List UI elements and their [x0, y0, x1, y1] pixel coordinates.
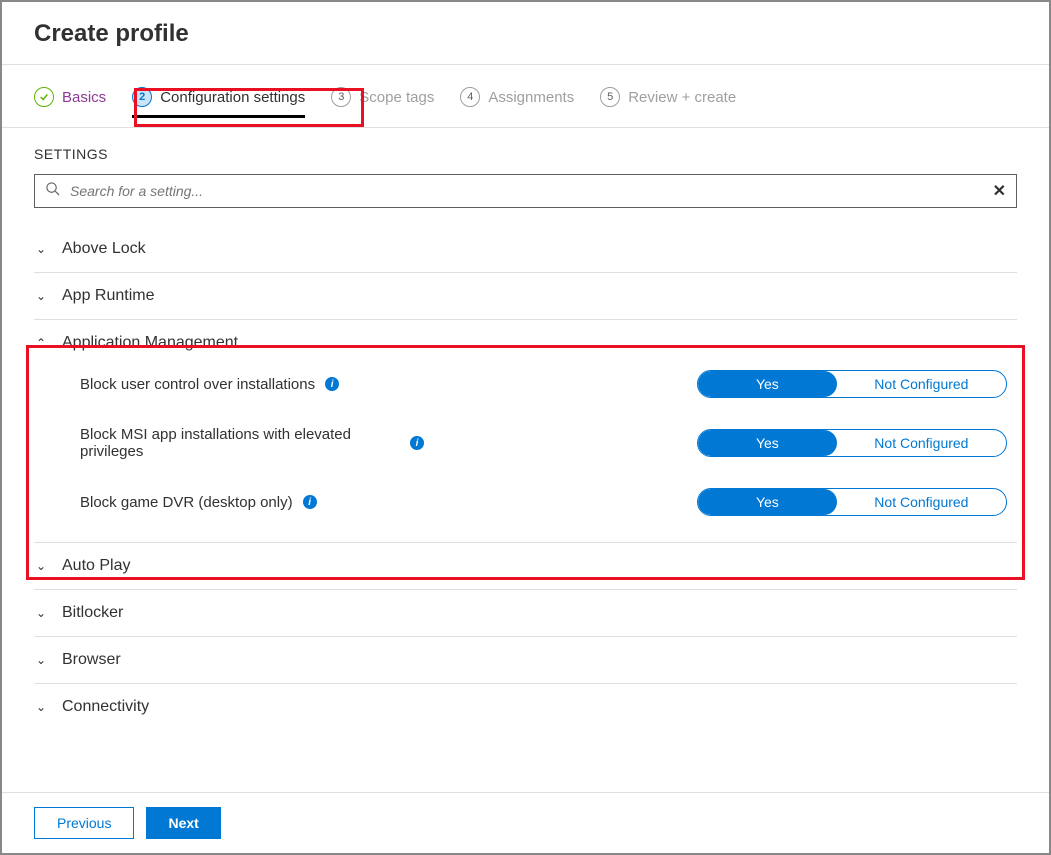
group-header[interactable]: ⌄ Auto Play — [34, 557, 1017, 575]
toggle-option-notconfigured[interactable]: Not Configured — [837, 430, 1006, 456]
group-title: Bitlocker — [62, 604, 123, 622]
wizard-tabs: Basics 2 Configuration settings 3 Scope … — [2, 65, 1049, 128]
chevron-up-icon: ⌃ — [34, 336, 48, 350]
tab-configuration-settings[interactable]: 2 Configuration settings — [132, 87, 305, 115]
tab-label: Basics — [62, 89, 106, 106]
group-title: Connectivity — [62, 698, 149, 716]
active-tab-underline — [132, 115, 305, 118]
group-header[interactable]: ⌄ App Runtime — [34, 287, 1017, 305]
info-icon[interactable]: i — [410, 436, 424, 450]
tab-label: Review + create — [628, 89, 736, 106]
search-icon — [45, 181, 60, 201]
search-box[interactable]: ✕ — [34, 174, 1017, 208]
setting-row: Block game DVR (desktop only) i Yes Not … — [80, 488, 1017, 516]
group-title: Application Management — [62, 334, 238, 352]
group-auto-play: ⌄ Auto Play — [34, 543, 1017, 590]
toggle-option-notconfigured[interactable]: Not Configured — [837, 489, 1006, 515]
group-bitlocker: ⌄ Bitlocker — [34, 590, 1017, 637]
next-button[interactable]: Next — [146, 807, 220, 839]
group-header[interactable]: ⌃ Application Management — [34, 334, 1017, 352]
info-icon[interactable]: i — [325, 377, 339, 391]
clear-icon[interactable]: ✕ — [993, 181, 1006, 201]
group-app-runtime: ⌄ App Runtime — [34, 273, 1017, 320]
group-body: Block user control over installations i … — [34, 352, 1017, 528]
section-label: SETTINGS — [2, 128, 1049, 174]
group-application-management: ⌃ Application Management Block user cont… — [34, 320, 1017, 543]
tab-label: Scope tags — [359, 89, 434, 106]
group-title: Above Lock — [62, 240, 146, 258]
search-input[interactable] — [70, 183, 983, 199]
chevron-down-icon: ⌄ — [34, 653, 48, 667]
group-title: Browser — [62, 651, 121, 669]
setting-label: Block game DVR (desktop only) i — [80, 494, 490, 511]
tab-basics[interactable]: Basics — [34, 87, 106, 115]
chevron-down-icon: ⌄ — [34, 242, 48, 256]
toggle-block-msi-elevated[interactable]: Yes Not Configured — [697, 429, 1007, 457]
page-title: Create profile — [2, 2, 1049, 64]
setting-text: Block user control over installations — [80, 376, 315, 393]
chevron-down-icon: ⌄ — [34, 606, 48, 620]
step-number-icon: 3 — [331, 87, 351, 107]
group-above-lock: ⌄ Above Lock — [34, 226, 1017, 273]
info-icon[interactable]: i — [303, 495, 317, 509]
toggle-option-yes[interactable]: Yes — [698, 371, 837, 397]
step-number-icon: 2 — [132, 87, 152, 107]
setting-text: Block MSI app installations with elevate… — [80, 426, 400, 460]
step-number-icon: 5 — [600, 87, 620, 107]
setting-row: Block MSI app installations with elevate… — [80, 426, 1017, 460]
tab-label: Configuration settings — [160, 89, 305, 106]
setting-label: Block MSI app installations with elevate… — [80, 426, 490, 460]
group-title: App Runtime — [62, 287, 155, 305]
toggle-option-yes[interactable]: Yes — [698, 430, 837, 456]
setting-text: Block game DVR (desktop only) — [80, 494, 293, 511]
group-header[interactable]: ⌄ Connectivity — [34, 698, 1017, 716]
group-browser: ⌄ Browser — [34, 637, 1017, 684]
footer: Previous Next — [2, 792, 1049, 853]
chevron-down-icon: ⌄ — [34, 700, 48, 714]
group-header[interactable]: ⌄ Above Lock — [34, 240, 1017, 258]
setting-label: Block user control over installations i — [80, 376, 490, 393]
group-connectivity: ⌄ Connectivity — [34, 684, 1017, 726]
setting-row: Block user control over installations i … — [80, 370, 1017, 398]
group-header[interactable]: ⌄ Browser — [34, 651, 1017, 669]
chevron-down-icon: ⌄ — [34, 289, 48, 303]
previous-button[interactable]: Previous — [34, 807, 134, 839]
tab-scope-tags[interactable]: 3 Scope tags — [331, 87, 434, 115]
toggle-block-game-dvr[interactable]: Yes Not Configured — [697, 488, 1007, 516]
tab-review-create[interactable]: 5 Review + create — [600, 87, 736, 115]
group-header[interactable]: ⌄ Bitlocker — [34, 604, 1017, 622]
settings-list: ⌄ Above Lock ⌄ App Runtime ⌃ Application… — [2, 226, 1049, 726]
group-title: Auto Play — [62, 557, 130, 575]
toggle-block-user-control[interactable]: Yes Not Configured — [697, 370, 1007, 398]
tab-label: Assignments — [488, 89, 574, 106]
check-icon — [34, 87, 54, 107]
tab-assignments[interactable]: 4 Assignments — [460, 87, 574, 115]
step-number-icon: 4 — [460, 87, 480, 107]
toggle-option-notconfigured[interactable]: Not Configured — [837, 371, 1006, 397]
toggle-option-yes[interactable]: Yes — [698, 489, 837, 515]
chevron-down-icon: ⌄ — [34, 559, 48, 573]
